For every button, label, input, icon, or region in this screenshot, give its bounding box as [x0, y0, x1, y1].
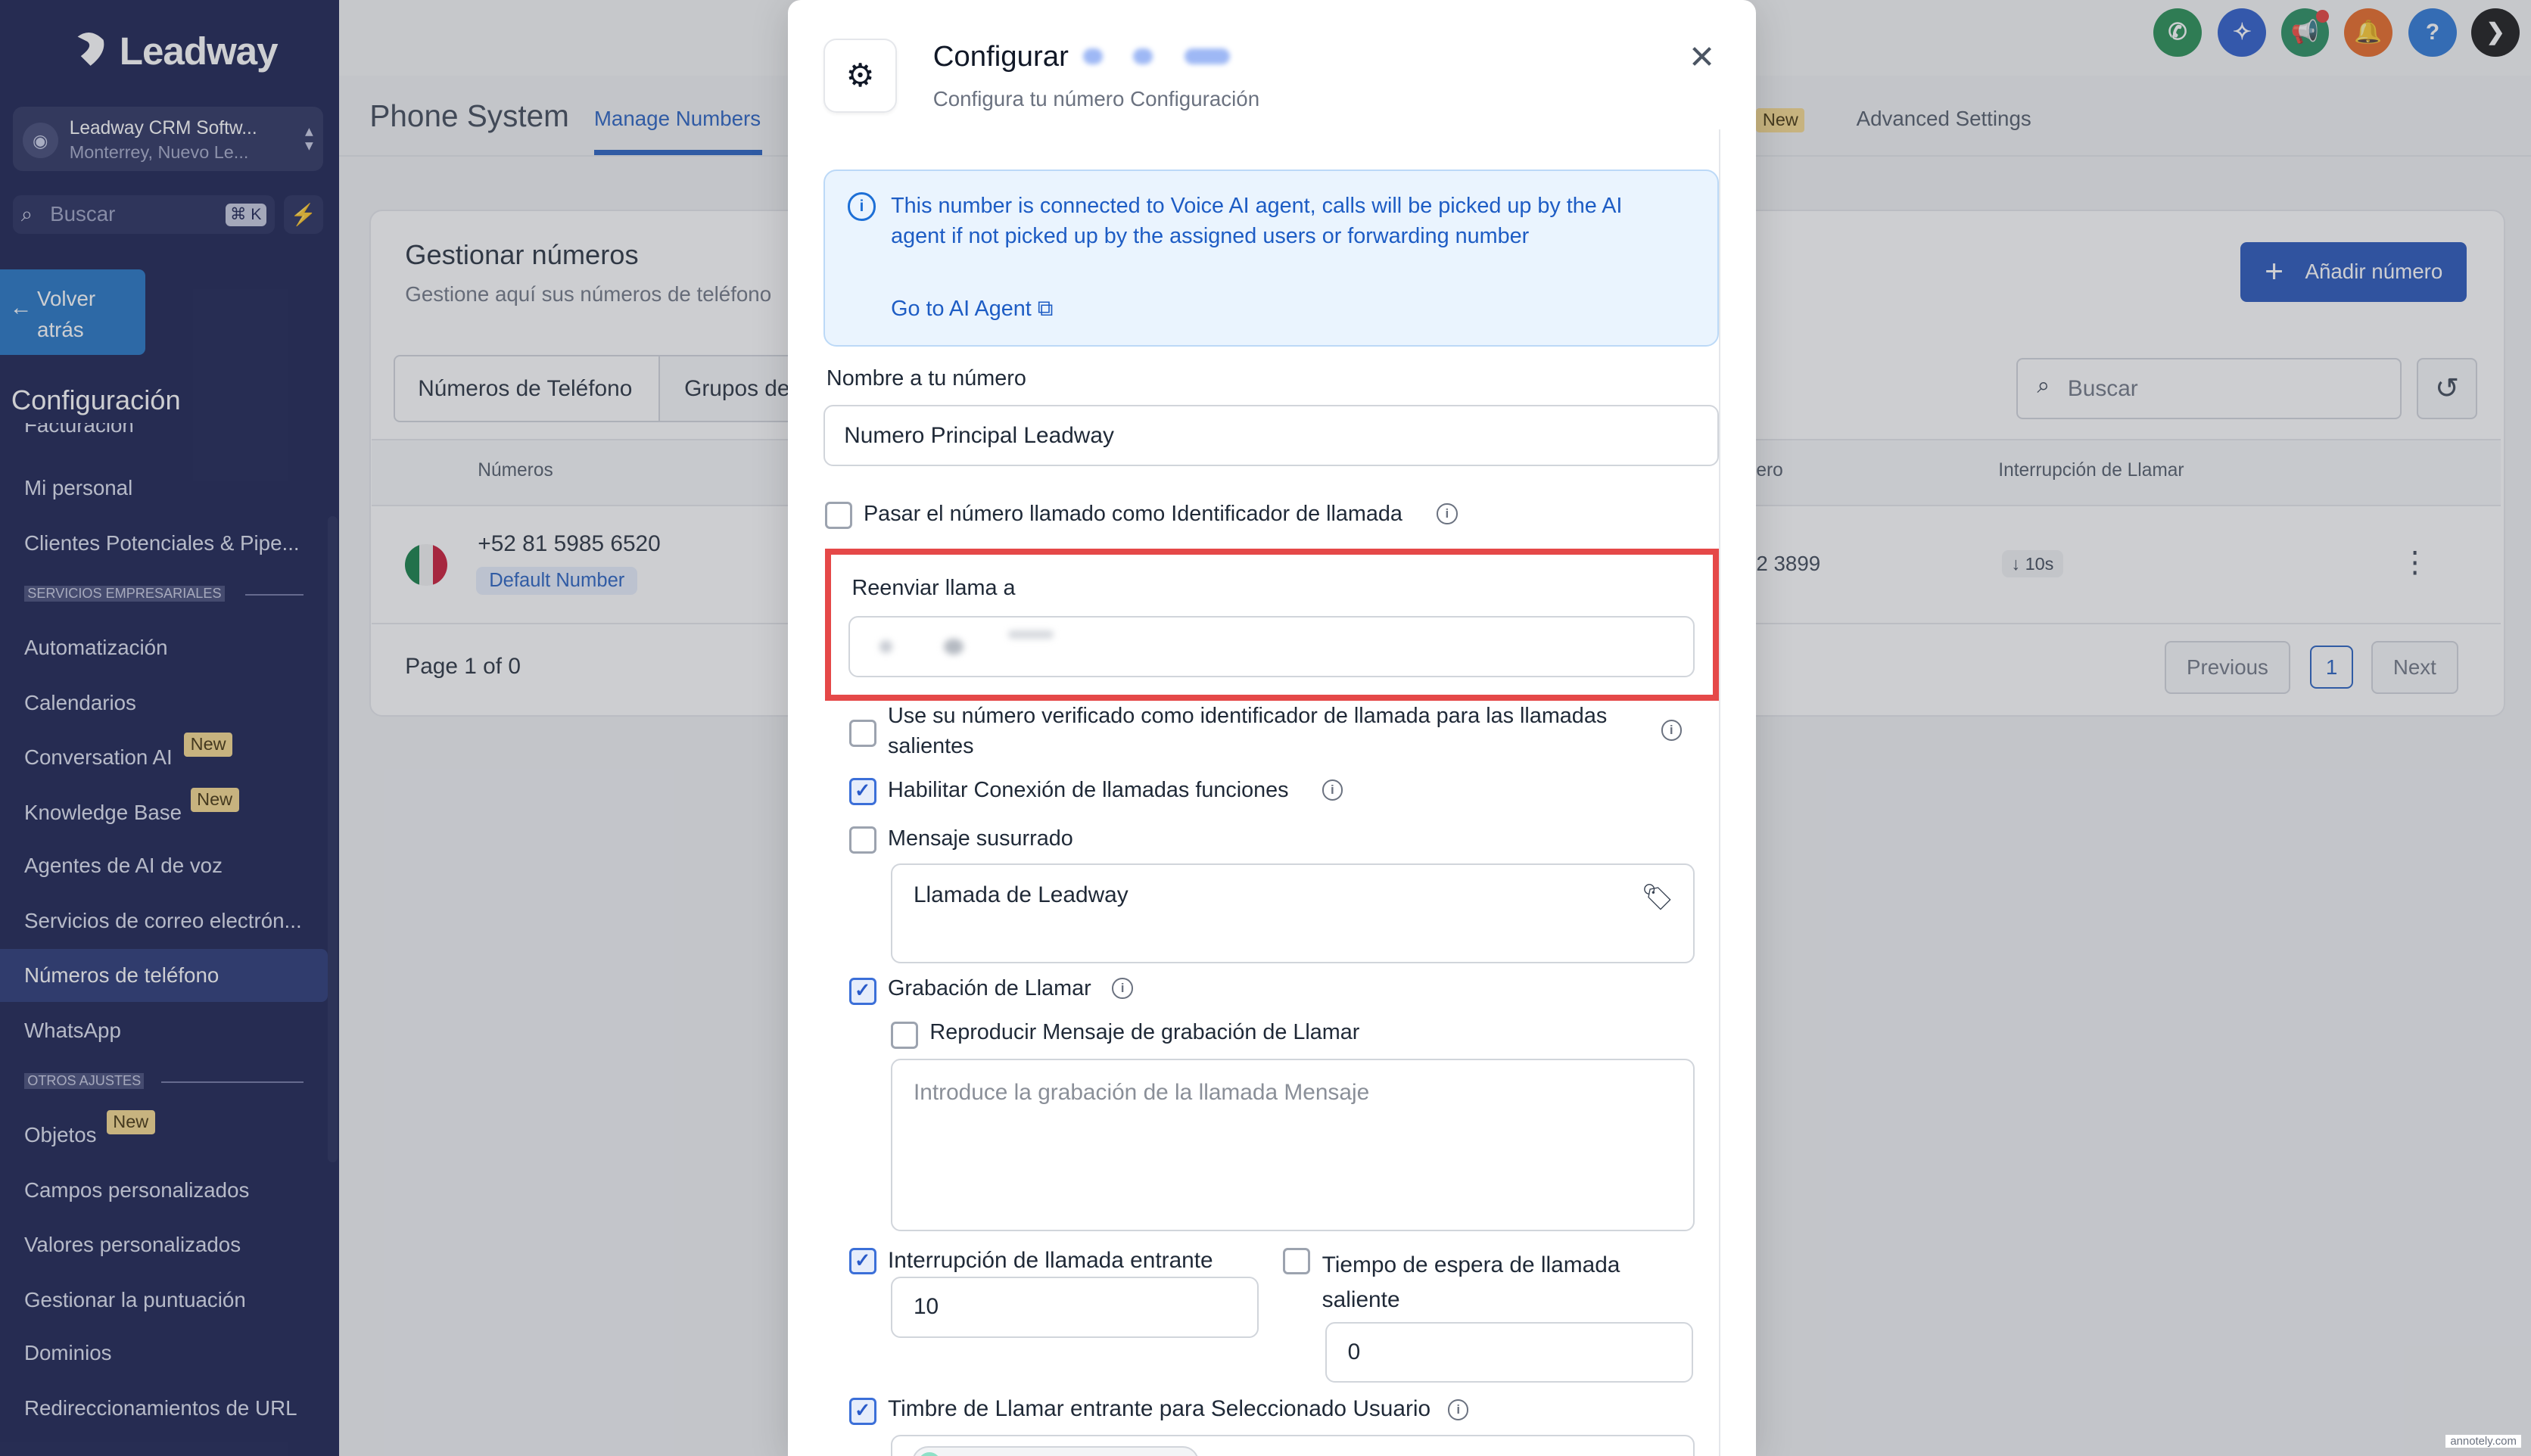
tag-icon[interactable]: 🏷: [1641, 882, 1673, 913]
redacted-number: [1083, 48, 1103, 65]
inbound-timeout-value: 10: [913, 1294, 939, 1320]
outbound-timeout-value: 0: [1347, 1339, 1361, 1364]
info-text: This number is connected to Voice AI age…: [891, 193, 1623, 249]
ring-selected-label: Timbre de Llamar entrante para Seleccion…: [887, 1395, 1431, 1421]
name-label: Nombre a tu número: [826, 366, 1026, 391]
outbound-timeout-input[interactable]: 0: [1325, 1321, 1693, 1383]
enable-connect-label: Habilitar Conexión de llamadas funciones: [887, 777, 1289, 802]
link-label: Go to AI Agent: [891, 297, 1032, 322]
user-select-input[interactable]: [891, 1434, 1695, 1456]
play-recording-msg-checkbox[interactable]: [891, 1021, 919, 1049]
whisper-value: Llamada de Leadway: [913, 882, 1129, 908]
outbound-timeout-checkbox[interactable]: [1283, 1247, 1311, 1275]
configure-number-modal: ⚙ Configurar Configura tu número Configu…: [787, 0, 1757, 1456]
gear-icon: ⚙: [823, 39, 898, 113]
redacted-number: [1133, 48, 1153, 65]
whisper-label: Mensaje susurrado: [887, 826, 1073, 851]
ring-selected-checkbox[interactable]: ✓: [848, 1397, 876, 1425]
pass-caller-id-label: Pasar el número llamado como Identificad…: [863, 502, 1402, 527]
info-icon[interactable]: i: [1448, 1399, 1469, 1420]
inbound-timeout-input[interactable]: 10: [891, 1276, 1259, 1338]
modal-subtitle: Configura tu número Configuración: [932, 87, 1260, 111]
redacted-number: [1185, 48, 1231, 65]
inbound-timeout-checkbox[interactable]: ✓: [848, 1247, 876, 1275]
external-link-icon: ⧉: [1037, 297, 1054, 322]
go-to-ai-agent-link[interactable]: Go to AI Agent ⧉: [891, 297, 1053, 322]
info-icon[interactable]: i: [1661, 720, 1682, 741]
redacted-value: [943, 638, 964, 655]
voice-ai-info-banner: i This number is connected to Voice AI a…: [823, 169, 1720, 347]
pass-caller-id-checkbox[interactable]: [824, 502, 852, 530]
recording-message-textarea[interactable]: Introduce la grabación de la llamada Men…: [891, 1059, 1695, 1231]
avatar: [918, 1452, 942, 1456]
info-icon[interactable]: i: [1322, 779, 1343, 801]
modal-scroll-divider: [1719, 129, 1721, 1456]
forward-label: Reenviar llama a: [851, 575, 1016, 600]
redacted-value: [1008, 630, 1054, 639]
recording-label: Grabación de Llamar: [887, 976, 1091, 1001]
verified-caller-label: Use su número verificado como identifica…: [887, 703, 1608, 759]
name-value: Numero Principal Leadway: [844, 422, 1114, 448]
play-recording-msg-label: Reproducir Mensaje de grabación de Llama…: [929, 1019, 1360, 1044]
forward-number-input[interactable]: [848, 616, 1695, 677]
forward-calls-highlight: Reenviar llama a: [824, 549, 1720, 701]
enable-connect-checkbox[interactable]: ✓: [848, 777, 876, 805]
recording-placeholder: Introduce la grabación de la llamada Men…: [913, 1079, 1370, 1105]
recording-checkbox[interactable]: ✓: [848, 978, 876, 1006]
verified-caller-row: Use su número verificado como identifica…: [848, 703, 1673, 768]
verified-caller-checkbox[interactable]: [848, 720, 876, 747]
whisper-checkbox[interactable]: [848, 826, 876, 854]
number-name-input[interactable]: Numero Principal Leadway: [823, 405, 1720, 467]
info-icon: i: [847, 191, 876, 221]
annotely-watermark: annotely.com: [2445, 1435, 2522, 1448]
modal-title: Configurar: [932, 40, 1069, 73]
whisper-message-textarea[interactable]: Llamada de Leadway 🏷: [891, 863, 1695, 963]
info-icon[interactable]: i: [1437, 503, 1458, 524]
outbound-timeout-label: Tiempo de espera de llamada saliente: [1322, 1252, 1620, 1313]
redacted-value: [879, 639, 892, 654]
close-icon[interactable]: ✕: [1689, 39, 1716, 76]
user-chip[interactable]: [911, 1445, 1200, 1456]
inbound-timeout-label: Interrupción de llamada entrante: [887, 1247, 1213, 1273]
info-icon[interactable]: i: [1112, 978, 1133, 999]
